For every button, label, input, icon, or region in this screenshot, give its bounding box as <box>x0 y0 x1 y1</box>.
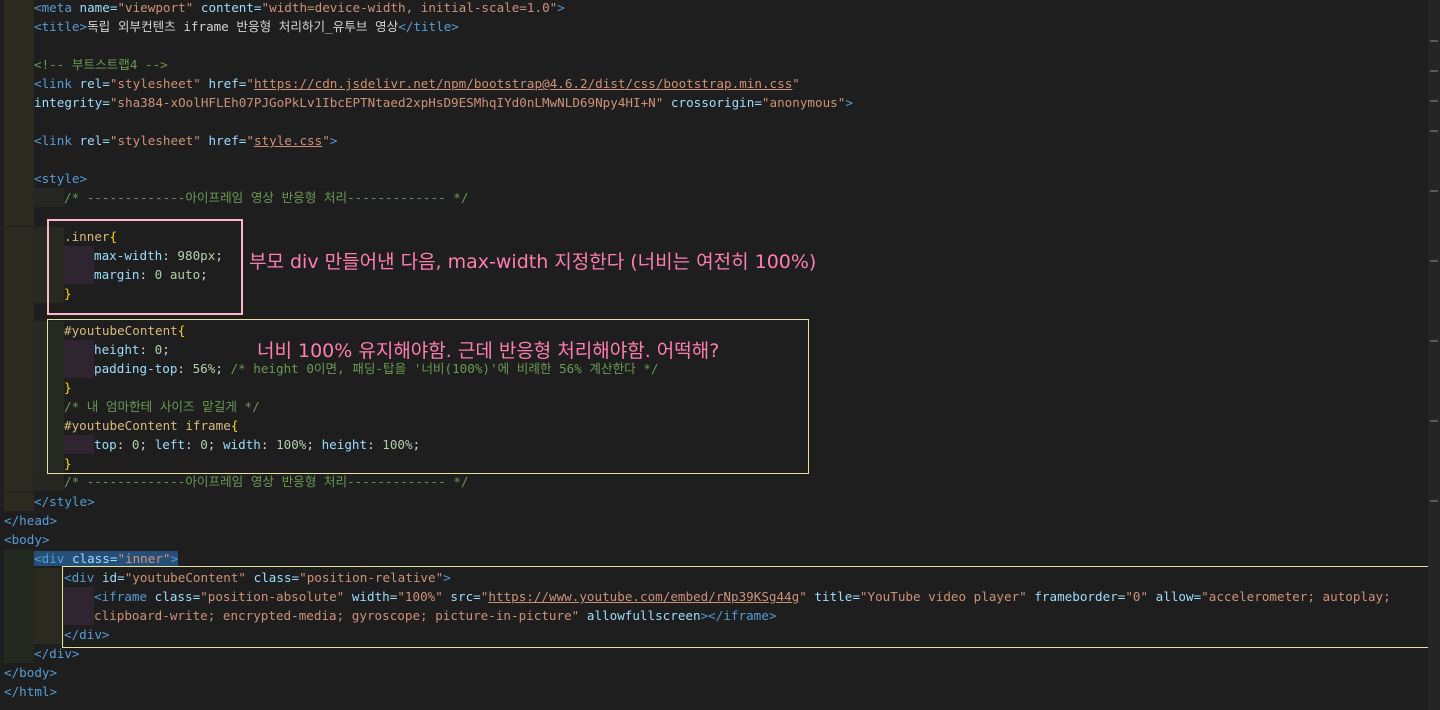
quote-token: " <box>792 76 800 91</box>
tag-token: </title> <box>398 19 459 34</box>
tag-token: <div <box>34 551 65 566</box>
tag-token: <body> <box>4 532 50 547</box>
scroll-marker <box>1430 130 1438 132</box>
tag-token: <link <box>34 133 72 148</box>
code-line-meta: <meta name="viewport" content="width=dev… <box>4 0 565 17</box>
tag-token: > <box>170 551 179 566</box>
scroll-marker <box>1430 70 1438 72</box>
tag-token: <title> <box>34 19 88 34</box>
attr-token: href= <box>208 76 247 91</box>
code-line-integrity: integrity="sha384-xOolHFLEh07PJGoPkLv1Ib… <box>4 93 853 112</box>
selection-highlight[interactable]: <div class="inner"> <box>34 551 179 566</box>
attr-token: name= <box>79 0 118 15</box>
tag-token: </body> <box>4 665 58 680</box>
tag-token: </html> <box>4 684 58 699</box>
attr-token: crossorigin= <box>670 95 762 110</box>
quote-token: " <box>322 133 330 148</box>
scroll-marker <box>1430 260 1438 262</box>
string-token: "width=device-width, initial-scale=1.0" <box>261 0 558 15</box>
tag-token: > <box>845 95 853 110</box>
tag-token: > <box>557 0 565 15</box>
code-line-empty <box>4 150 34 169</box>
attr-token: rel= <box>79 76 110 91</box>
url-link[interactable]: https://cdn.jsdelivr.net/npm/bootstrap@4… <box>254 76 792 91</box>
code-line-body-open: <body> <box>4 530 50 549</box>
code-line-empty <box>4 36 34 55</box>
comment-token: <!-- 부트스트랩4 --> <box>34 57 168 72</box>
title-text: 독립 외부컨텐츠 iframe 반응형 처리하기_유투브 영상 <box>87 19 399 34</box>
code-line-style-close: </style> <box>4 492 95 511</box>
string-token: "viewport" <box>117 0 194 15</box>
code-line-style-open: <style> <box>4 169 87 188</box>
attr-token: integrity= <box>34 95 110 110</box>
code-line-empty <box>4 112 34 131</box>
code-line-html-close: </html> <box>4 682 57 701</box>
string-token: "stylesheet" <box>109 76 201 91</box>
code-line-title: <title>독립 외부컨텐츠 iframe 반응형 처리하기_유투브 영상</… <box>4 17 459 36</box>
code-line-empty <box>4 207 34 226</box>
attr-token: href= <box>208 133 247 148</box>
scroll-marker <box>1430 190 1438 192</box>
attr-token: class= <box>71 551 118 566</box>
code-line-head-close: </head> <box>4 511 57 530</box>
vertical-scrollbar[interactable] <box>1428 0 1440 710</box>
inner-annotation-box <box>47 219 243 315</box>
scroll-marker <box>1430 100 1438 102</box>
code-line-link-bootstrap: <link rel="stylesheet" href="https://cdn… <box>4 74 800 93</box>
tag-token: </div> <box>34 646 80 661</box>
url-link[interactable]: style.css <box>254 133 322 148</box>
attr-token: content= <box>200 0 262 15</box>
tag-token: </head> <box>4 513 58 528</box>
attr-token: rel= <box>79 133 110 148</box>
scroll-marker <box>1430 420 1438 422</box>
inner-annotation-text: 부모 div 만들어낸 다음, max-width 지정한다 (너비는 여전히 … <box>249 251 817 273</box>
div-annotation-box <box>62 566 1430 648</box>
comment-token: /* -------------아이프레임 영상 반응형 처리---------… <box>64 190 469 205</box>
code-line-comment: /* -------------아이프레임 영상 반응형 처리---------… <box>4 472 468 491</box>
quote-token: " <box>246 133 254 148</box>
scroll-marker <box>1430 40 1438 42</box>
youtube-annotation-text: 너비 100% 유지해야함. 근데 반응형 처리해야함. 어떡해? <box>257 340 720 362</box>
code-line-body-close: </body> <box>4 663 57 682</box>
comment-token: /* -------------아이프레임 영상 반응형 처리---------… <box>64 474 469 489</box>
scroll-marker <box>1430 500 1438 502</box>
tag-token: </style> <box>34 494 95 509</box>
code-line-comment: <!-- 부트스트랩4 --> <box>4 55 168 74</box>
scroll-marker <box>1430 340 1438 342</box>
quote-token: " <box>246 76 254 91</box>
string-token: "anonymous" <box>761 95 846 110</box>
string-token: "sha384-xOolHFLEh07PJGoPkLv1IbcEPTNtaed2… <box>109 95 664 110</box>
tag-token: > <box>329 133 338 148</box>
code-line-comment: /* -------------아이프레임 영상 반응형 처리---------… <box>4 188 468 207</box>
tag-token: <style> <box>34 171 88 186</box>
string-token: "inner" <box>117 551 171 566</box>
tag-token: <link <box>34 76 72 91</box>
string-token: "stylesheet" <box>109 133 201 148</box>
code-line-link-style: <link rel="stylesheet" href="style.css"> <box>4 131 337 150</box>
code-line-empty <box>4 303 34 322</box>
code-editor[interactable]: <meta name="viewport" content="width=dev… <box>0 0 1430 710</box>
tag-token: <meta <box>34 0 72 15</box>
